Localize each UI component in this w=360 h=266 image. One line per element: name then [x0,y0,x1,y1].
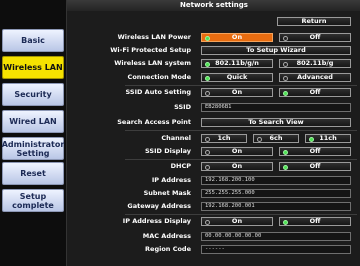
label-ssid-auto-setting: SSID Auto Setting [125,88,191,96]
label-ip-address-display: IP Address Display [122,217,191,225]
sidebar-item-security[interactable]: Security [2,83,64,106]
page-title: Network settings [67,0,360,11]
label-connection-mode: Connection Mode [127,73,191,81]
settings-panel: Network settings Return Wireless LAN Pow… [66,0,360,266]
channel-11ch-option[interactable]: 11ch [305,134,351,143]
dhcp-on-option[interactable]: On [201,162,273,171]
label-gateway-address: Gateway Address [127,202,191,210]
sidebar-item-administrator-setting[interactable]: Administrator Setting [2,137,64,160]
label-subnet-mask: Subnet Mask [143,189,191,197]
label-search-access-point: Search Access Point [117,118,191,126]
option-label: 1ch [217,134,231,142]
mode-quick-option[interactable]: Quick [201,73,273,82]
label-dhcp: DHCP [170,162,191,170]
sidebar-item-wireless-lan[interactable]: Wireless LAN [2,56,64,79]
option-label: Quick [226,73,248,81]
ssid-auto-off-option[interactable]: Off [279,88,351,97]
label-wireless-lan-power: Wireless LAN Power [117,33,191,41]
sidebar: Basic Wireless LAN Security Wired LAN Ad… [0,0,67,266]
ssid-auto-on-option[interactable]: On [201,88,273,97]
option-label: On [231,33,243,41]
option-label: On [231,88,243,96]
mode-advanced-option[interactable]: Advanced [279,73,351,82]
sidebar-item-basic[interactable]: Basic [2,29,64,52]
region-code-field: ------ [201,245,351,254]
option-label: On [231,217,243,225]
label-wifi-protected-setup: Wi-Fi Protected Setup [110,46,191,54]
channel-6ch-option[interactable]: 6ch [253,134,299,143]
label-region-code: Region Code [145,245,191,253]
divider [125,85,357,86]
divider [125,130,357,131]
option-label: Advanced [297,73,333,81]
option-label: Off [309,88,321,96]
label-ssid: SSID [174,103,191,111]
option-label: On [231,147,243,155]
ip-display-on-option[interactable]: On [201,217,273,226]
label-ssid-display: SSID Display [145,147,191,155]
system-80211bgn-option[interactable]: 802.11b/g/n [201,59,273,68]
option-label: Off [309,147,321,155]
channel-1ch-option[interactable]: 1ch [201,134,247,143]
option-label: 6ch [269,134,283,142]
dhcp-off-option[interactable]: Off [279,162,351,171]
option-label: 802.11b/g [296,59,334,67]
option-label: Off [309,217,321,225]
divider [125,159,357,160]
setup-wizard-button[interactable]: To Setup Wizard [201,46,351,55]
mac-address-field: 00.00.00.00.00.00 [201,232,351,241]
divider [125,214,357,215]
option-label: 11ch [319,134,337,142]
projector-menu: Basic Wireless LAN Security Wired LAN Ad… [0,0,360,266]
sidebar-item-wired-lan[interactable]: Wired LAN [2,110,64,133]
ip-display-off-option[interactable]: Off [279,217,351,226]
wireless-power-on-option[interactable]: On [201,33,273,42]
system-80211bg-option[interactable]: 802.11b/g [279,59,351,68]
ssid-display-on-option[interactable]: On [201,147,273,156]
label-mac-address: MAC Address [142,232,191,240]
sidebar-item-setup-complete[interactable]: Setup complete [2,189,64,212]
ssid-field[interactable]: EB2806B1 [201,103,351,112]
gateway-address-field[interactable]: 192.168.200.001 [201,202,351,211]
option-label: On [231,162,243,170]
wireless-power-off-option[interactable]: Off [279,33,351,42]
sidebar-item-reset[interactable]: Reset [2,162,64,185]
label-ip-address: IP Address [151,176,191,184]
label-channel: Channel [161,134,191,142]
ssid-display-off-option[interactable]: Off [279,147,351,156]
subnet-mask-field[interactable]: 255.255.255.000 [201,189,351,198]
option-label: 802.11b/g/n [215,59,259,67]
search-view-button[interactable]: To Search View [201,118,351,127]
option-label: Off [309,33,321,41]
label-wireless-lan-system: Wireless LAN system [114,59,191,67]
option-label: Off [309,162,321,170]
ip-address-field[interactable]: 192.168.200.100 [201,176,351,185]
return-button[interactable]: Return [277,17,351,26]
